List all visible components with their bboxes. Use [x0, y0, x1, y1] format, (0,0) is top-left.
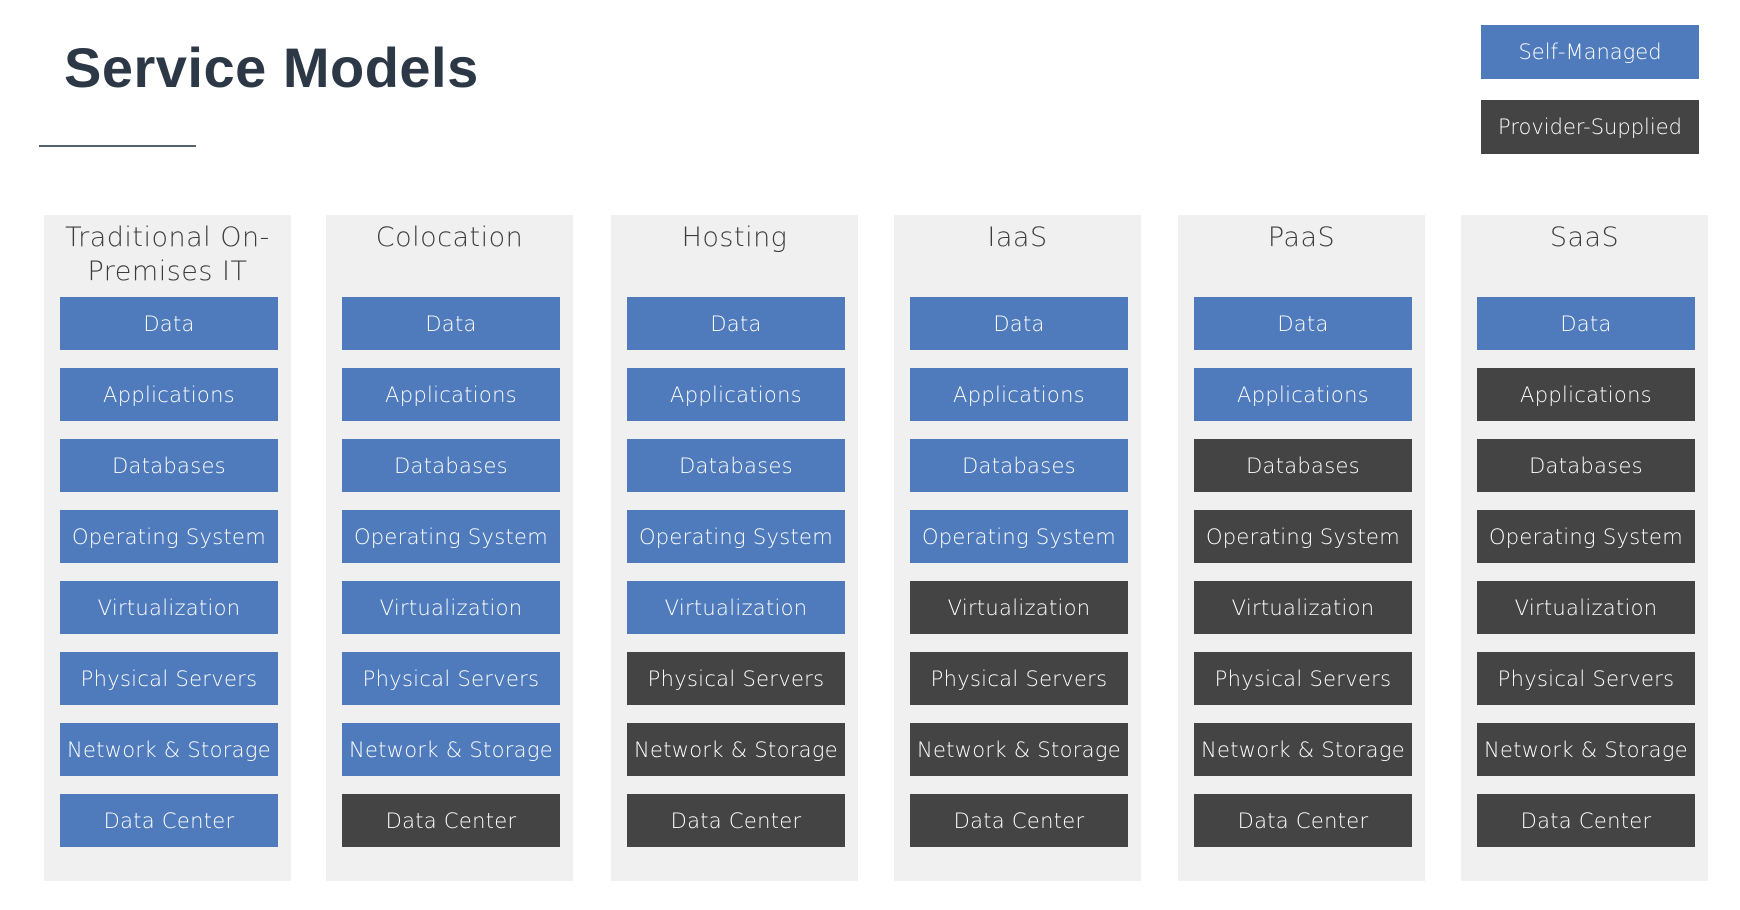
column-title: PaaS: [1267, 222, 1336, 253]
column-title: Traditional On-Premises IT: [65, 222, 270, 287]
layer-physical-servers: Physical Servers: [1477, 652, 1695, 705]
layer-data: Data: [1194, 297, 1412, 350]
layer-network-and-storage: Network & Storage: [627, 723, 845, 776]
layer-operating-system: Operating System: [60, 510, 278, 563]
column-traditional-on-premises-it: Traditional On-Premises IT Data Applicatio…: [44, 215, 291, 881]
layer-virtualization: Virtualization: [342, 581, 560, 634]
layer-operating-system: Operating System: [1194, 510, 1412, 563]
layer-applications: Applications: [1194, 368, 1412, 421]
layer-virtualization: Virtualization: [1477, 581, 1695, 634]
layer-data-center: Data Center: [627, 794, 845, 847]
layer-physical-servers: Physical Servers: [1194, 652, 1412, 705]
layer-applications: Applications: [342, 368, 560, 421]
layer-virtualization: Virtualization: [627, 581, 845, 634]
layer-operating-system: Operating System: [910, 510, 1128, 563]
layer-databases: Databases: [910, 439, 1128, 492]
layer-data-center: Data Center: [60, 794, 278, 847]
layer-operating-system: Operating System: [627, 510, 845, 563]
layer-physical-servers: Physical Servers: [60, 652, 278, 705]
layer-network-and-storage: Network & Storage: [910, 723, 1128, 776]
layer-data-center: Data Center: [1194, 794, 1412, 847]
column-paas: PaaS Data Applications Databases Operating S…: [1178, 215, 1425, 881]
layer-databases: Databases: [342, 439, 560, 492]
layer-applications: Applications: [910, 368, 1128, 421]
layer-data-center: Data Center: [342, 794, 560, 847]
layer-operating-system: Operating System: [1477, 510, 1695, 563]
layer-applications: Applications: [60, 368, 278, 421]
layer-data-center: Data Center: [1477, 794, 1695, 847]
layer-data: Data: [342, 297, 560, 350]
layer-data: Data: [60, 297, 278, 350]
layer-databases: Databases: [627, 439, 845, 492]
layer-databases: Databases: [1194, 439, 1412, 492]
layer-network-and-storage: Network & Storage: [60, 723, 278, 776]
column-title: SaaS: [1549, 222, 1620, 253]
layer-applications: Applications: [1477, 368, 1695, 421]
column-hosting: Hosting Data Applications Databases Operatin…: [611, 215, 858, 881]
layer-operating-system: Operating System: [342, 510, 560, 563]
layer-network-and-storage: Network & Storage: [1194, 723, 1412, 776]
layer-data-center: Data Center: [910, 794, 1128, 847]
layer-databases: Databases: [1477, 439, 1695, 492]
layer-physical-servers: Physical Servers: [342, 652, 560, 705]
layer-network-and-storage: Network & Storage: [342, 723, 560, 776]
layer-applications: Applications: [627, 368, 845, 421]
column-title: Hosting: [681, 222, 788, 253]
column-colocation: Colocation Data Applications Databases Opera…: [326, 215, 573, 881]
layer-physical-servers: Physical Servers: [910, 652, 1128, 705]
layer-virtualization: Virtualization: [1194, 581, 1412, 634]
layer-virtualization: Virtualization: [910, 581, 1128, 634]
layer-virtualization: Virtualization: [60, 581, 278, 634]
column-title: Colocation: [375, 222, 524, 253]
column-saas: SaaS Data Applications Databases Operating S…: [1461, 215, 1708, 881]
column-iaas: IaaS Data Applications Databases Operating S…: [894, 215, 1141, 881]
layer-data: Data: [627, 297, 845, 350]
service-model-columns: Traditional On-Premises IT Data Applicatio…: [0, 0, 1740, 910]
layer-data: Data: [910, 297, 1128, 350]
layer-data: Data: [1477, 297, 1695, 350]
layer-network-and-storage: Network & Storage: [1477, 723, 1695, 776]
column-title: IaaS: [987, 222, 1048, 253]
layer-databases: Databases: [60, 439, 278, 492]
slide: Service Models Self-Managed Provider-Sup…: [0, 0, 1740, 910]
layer-physical-servers: Physical Servers: [627, 652, 845, 705]
